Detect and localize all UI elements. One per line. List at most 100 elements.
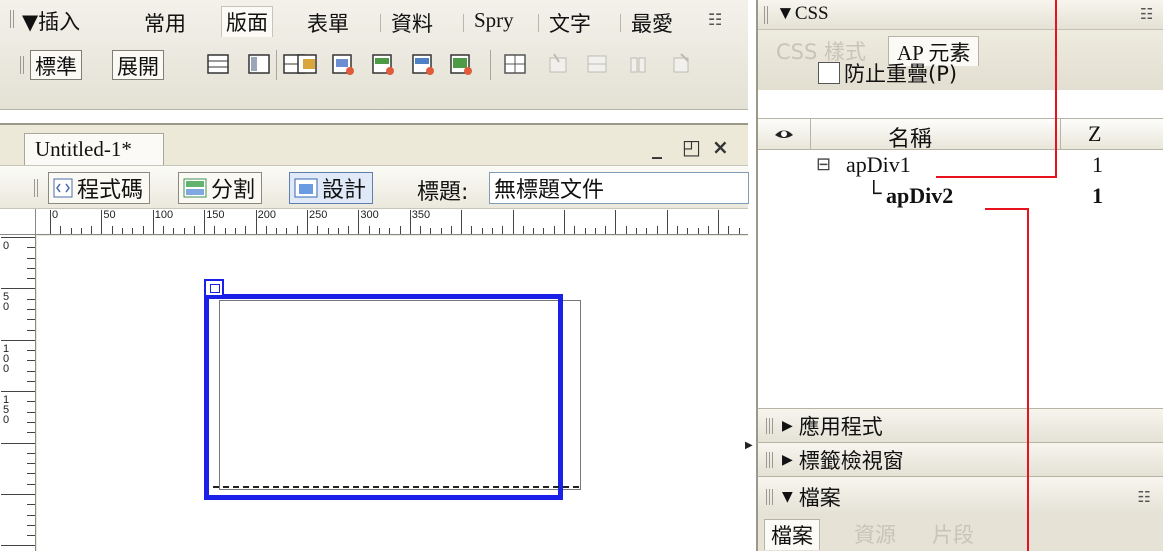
ruler-tick bbox=[163, 226, 165, 234]
files-panel-header[interactable]: ▼ 檔案 ☷ bbox=[756, 476, 1163, 516]
apdiv-dashed-edge bbox=[213, 486, 579, 488]
callout-line-apdiv2-vertical bbox=[1027, 208, 1029, 551]
ruler-tick bbox=[492, 228, 494, 234]
ruler-tick bbox=[378, 228, 380, 234]
tab-text[interactable]: 文字 bbox=[549, 8, 591, 38]
code-view-button[interactable]: 程式碼 bbox=[48, 172, 151, 204]
ruler-corner[interactable] bbox=[0, 209, 36, 235]
layout-cell-icon-disabled[interactable] bbox=[584, 50, 610, 78]
tab-files[interactable]: 檔案 bbox=[764, 519, 820, 550]
tab-snippets[interactable]: 片段 bbox=[932, 519, 974, 549]
iframe-icon[interactable] bbox=[502, 50, 528, 78]
toolbar-grip bbox=[20, 56, 26, 74]
ruler-tick bbox=[142, 226, 144, 234]
document-title-input[interactable] bbox=[489, 172, 749, 204]
ruler-tick bbox=[368, 226, 370, 234]
ruler-tick bbox=[27, 432, 35, 434]
ruler-tick bbox=[60, 226, 62, 234]
tab-spry[interactable]: Spry bbox=[474, 8, 514, 33]
spry-collapsible-icon[interactable] bbox=[448, 50, 474, 78]
ruler-tick bbox=[101, 210, 103, 234]
panel-grip[interactable] bbox=[10, 10, 16, 28]
tab-forms[interactable]: 表單 bbox=[307, 8, 349, 38]
ruler-tick bbox=[173, 228, 175, 234]
column-separator[interactable] bbox=[810, 119, 811, 149]
horizontal-ruler[interactable]: 0 50 100 150 200 250 300 350 bbox=[36, 209, 748, 235]
ruler-tick bbox=[27, 401, 35, 403]
callout-line-apdiv1 bbox=[936, 176, 1057, 178]
draw-ap-div-icon[interactable] bbox=[330, 50, 356, 78]
column-name[interactable]: 名稱 bbox=[888, 121, 932, 153]
minimize-icon[interactable]: _ bbox=[652, 135, 662, 159]
tab-data[interactable]: 資料 bbox=[391, 8, 433, 38]
tab-common[interactable]: 常用 bbox=[144, 8, 186, 38]
ruler-label: 50 bbox=[103, 209, 116, 221]
ap-row-apdiv2-name[interactable]: apDiv2 bbox=[886, 183, 953, 209]
css-panel-header[interactable]: ▼CSS ☷ bbox=[758, 0, 1163, 30]
tab-layout[interactable]: 版面 bbox=[221, 6, 273, 37]
eye-icon[interactable] bbox=[774, 126, 794, 142]
spry-menu-icon[interactable] bbox=[370, 50, 396, 78]
restore-icon[interactable]: ◰ bbox=[682, 135, 701, 159]
close-icon[interactable]: × bbox=[712, 135, 729, 159]
ruler-tick bbox=[27, 298, 35, 300]
ruler-tick bbox=[27, 257, 35, 259]
design-view-button[interactable]: 設計 bbox=[289, 172, 374, 204]
ruler-tick bbox=[584, 228, 586, 234]
prevent-overlap-checkbox[interactable] bbox=[818, 62, 840, 84]
tag-inspector-panel-header[interactable]: ▶ 標籤檢視窗 bbox=[756, 442, 1163, 476]
document-tab[interactable]: Untitled-1* bbox=[24, 133, 164, 165]
ap-row-apdiv1-name[interactable]: apDiv1 bbox=[846, 152, 911, 178]
ap-row-apdiv1-z[interactable]: 1 bbox=[1092, 152, 1103, 178]
ap-row-apdiv2-z[interactable]: 1 bbox=[1092, 183, 1103, 209]
ruler-tick bbox=[718, 210, 720, 234]
insert-column-icon-disabled[interactable] bbox=[668, 50, 694, 78]
panel-options-icon[interactable]: ☷ bbox=[1138, 488, 1151, 506]
ruler-label: 150 bbox=[206, 209, 225, 221]
ruler-tick bbox=[27, 504, 35, 506]
ruler-tick bbox=[265, 226, 267, 234]
ruler-tick bbox=[440, 228, 442, 234]
frames-icon-disabled[interactable] bbox=[545, 50, 571, 78]
tab-assets[interactable]: 資源 bbox=[854, 519, 896, 549]
insert-div-icon[interactable] bbox=[295, 50, 321, 78]
insert-row-icon-disabled[interactable] bbox=[625, 50, 651, 78]
ruler-tick bbox=[481, 228, 483, 234]
ruler-tick bbox=[27, 473, 35, 475]
spry-tabbed-panels-icon[interactable] bbox=[410, 50, 436, 78]
split-view-button[interactable]: 分割 bbox=[178, 172, 263, 204]
css-panel: ▼CSS ☷ CSS 樣式 AP 元素 防止重疊(P) 名稱 Z ⊟ apDiv… bbox=[756, 0, 1163, 408]
panel-grip bbox=[766, 451, 774, 468]
splitter-arrow-icon[interactable]: ▶ bbox=[745, 440, 753, 451]
ruler-tick bbox=[27, 247, 35, 249]
expanded-mode-button[interactable]: 展開 bbox=[112, 50, 164, 80]
ruler-tick bbox=[543, 228, 545, 234]
expand-collapse-icon[interactable]: ⊟ bbox=[816, 154, 831, 175]
apdiv-selection-handle[interactable] bbox=[204, 279, 224, 297]
vertical-ruler[interactable]: 0 50 100 150 bbox=[0, 235, 36, 551]
ruler-tick bbox=[533, 228, 535, 234]
table-icon[interactable] bbox=[205, 50, 231, 78]
ruler-tick bbox=[358, 210, 360, 234]
panel-options-icon[interactable]: ☷ bbox=[708, 10, 722, 29]
ruler-tick bbox=[204, 210, 206, 234]
applications-panel-header[interactable]: ▶ 應用程式 bbox=[756, 408, 1163, 442]
ruler-tick bbox=[728, 226, 730, 234]
tab-favorites[interactable]: 最愛 bbox=[631, 8, 673, 38]
design-canvas[interactable] bbox=[37, 236, 748, 551]
panel-grip[interactable] bbox=[764, 6, 770, 24]
files-panel-title: 檔案 bbox=[798, 485, 841, 510]
insert-panel-title[interactable]: ▼插入 bbox=[22, 6, 80, 36]
apdiv1-box[interactable] bbox=[204, 294, 563, 500]
ruler-tick bbox=[27, 267, 35, 269]
css-panel-title[interactable]: ▼CSS bbox=[776, 3, 829, 25]
panel-options-icon[interactable]: ☷ bbox=[1140, 5, 1153, 23]
layout-table-icon[interactable] bbox=[246, 50, 272, 78]
ruler-tick bbox=[512, 210, 514, 234]
prevent-overlap-option[interactable]: 防止重疊(P) bbox=[818, 58, 957, 88]
standard-mode-button[interactable]: 標準 bbox=[30, 50, 82, 80]
ruler-tick bbox=[656, 226, 658, 234]
column-z[interactable]: Z bbox=[1088, 121, 1101, 147]
split-view-icon bbox=[183, 178, 207, 198]
column-separator[interactable] bbox=[1060, 119, 1061, 149]
